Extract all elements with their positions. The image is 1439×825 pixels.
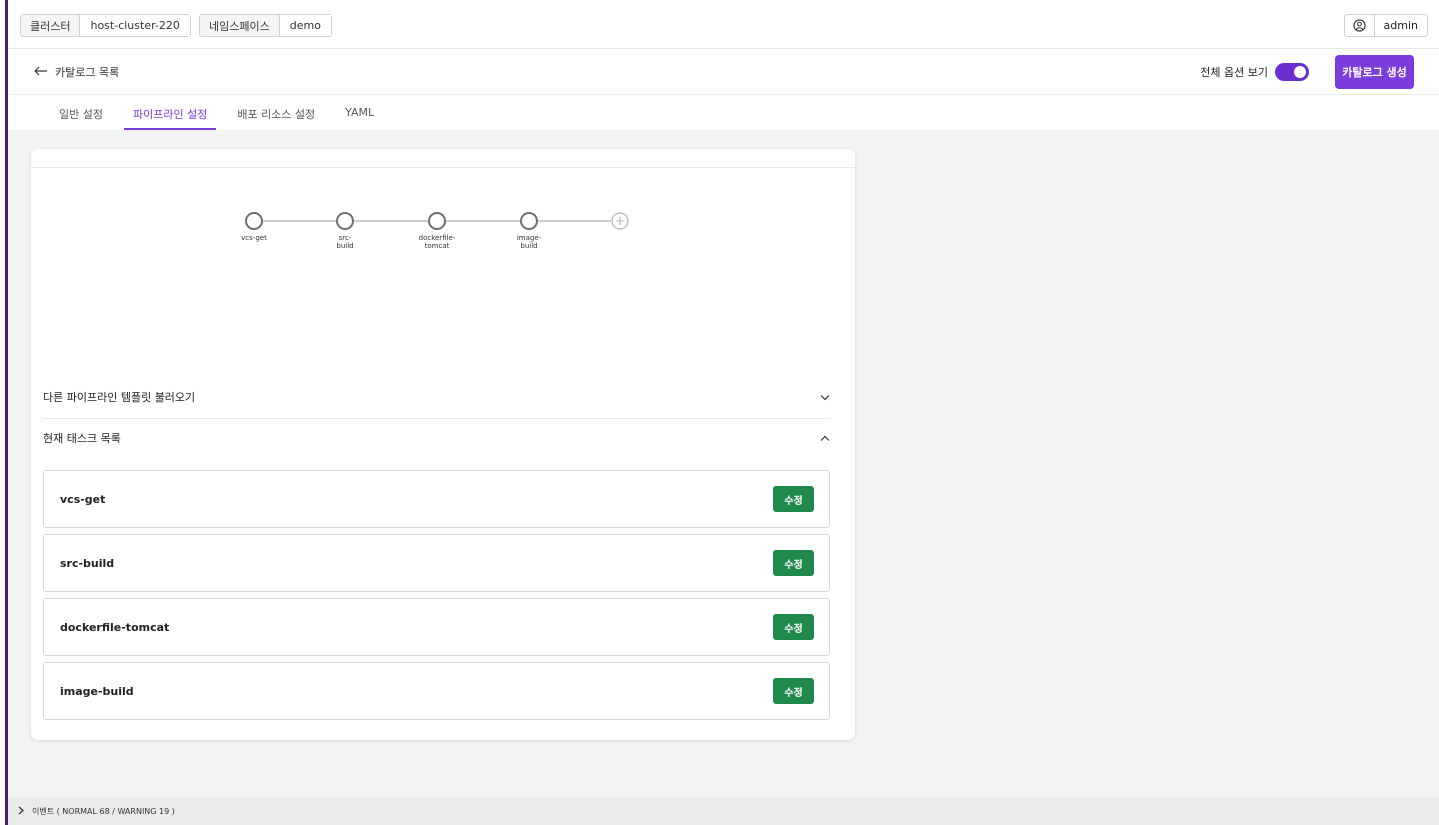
chevron-up-icon <box>820 432 830 445</box>
pipeline-node-image-build[interactable] <box>520 212 538 230</box>
tab-yaml[interactable]: YAML <box>336 95 383 130</box>
pipeline-node-dockerfile-tomcat[interactable] <box>428 212 446 230</box>
edit-task-button[interactable]: 수정 <box>773 678 814 704</box>
task-item: dockerfile-tomcat 수정 <box>43 598 830 656</box>
node-label-line: image- <box>516 234 542 242</box>
task-item: image-build 수정 <box>43 662 830 720</box>
toggle-label: 전체 옵션 보기 <box>1200 66 1268 79</box>
show-all-options: 전체 옵션 보기 <box>1200 63 1309 81</box>
task-name: dockerfile-tomcat <box>60 621 170 634</box>
add-task-icon[interactable] <box>611 212 629 230</box>
pipeline-card: vcs-get src- build dockerfile- tomcat im… <box>31 149 855 740</box>
cluster-value: host-cluster-220 <box>80 15 190 36</box>
arrow-left-icon <box>34 66 48 79</box>
accordion-divider <box>43 418 830 419</box>
node-label-line: build <box>336 242 354 250</box>
cluster-label: 클러스터 <box>21 15 81 36</box>
task-name: vcs-get <box>60 493 106 506</box>
left-sidebar-edge <box>0 0 8 825</box>
tasks-accordion-label: 현재 태스크 목록 <box>43 432 121 445</box>
node-label-line: build <box>520 242 538 250</box>
events-bar[interactable]: 이벤트 ( NORMAL 68 / WARNING 19 ) <box>8 797 1439 825</box>
card-header <box>31 149 855 168</box>
node-label-line: dockerfile- <box>418 234 456 242</box>
pipeline-node-label: vcs-get <box>224 234 284 242</box>
cluster-selector[interactable]: 클러스터 host-cluster-220 <box>20 14 191 37</box>
back-link[interactable]: 카탈로그 목록 <box>34 64 119 80</box>
namespace-selector[interactable]: 네임스페이스 demo <box>199 14 332 37</box>
pipeline-node-vcs-get[interactable] <box>245 212 263 230</box>
tab-deploy-resources[interactable]: 배포 리소스 설정 <box>228 95 324 130</box>
tab-bar: 일반 설정 파이프라인 설정 배포 리소스 설정 YAML <box>8 95 1439 130</box>
pipeline-node-label: image- build <box>499 234 559 250</box>
events-label: 이벤트 ( NORMAL 68 / WARNING 19 ) <box>32 806 175 816</box>
node-label-line: tomcat <box>424 242 450 250</box>
edit-task-button[interactable]: 수정 <box>773 550 814 576</box>
pipeline-node-label: src- build <box>315 234 375 250</box>
pipeline-node-src-build[interactable] <box>336 212 354 230</box>
pipeline-node-label: dockerfile- tomcat <box>407 234 467 250</box>
template-accordion-label: 다른 파이프라인 템플릿 불러오기 <box>43 391 196 404</box>
user-icon <box>1345 15 1375 36</box>
user-name: admin <box>1383 19 1418 32</box>
toggle-knob <box>1294 66 1306 78</box>
task-name: src-build <box>60 557 115 570</box>
node-label-line: vcs-get <box>241 234 267 242</box>
edit-task-button[interactable]: 수정 <box>773 614 814 640</box>
pipeline-svg <box>245 212 629 230</box>
chevron-down-icon <box>820 391 830 404</box>
task-item: src-build 수정 <box>43 534 830 592</box>
edit-task-button[interactable]: 수정 <box>773 486 814 512</box>
tab-general[interactable]: 일반 설정 <box>50 95 112 130</box>
tasks-accordion-header[interactable]: 현재 태스크 목록 <box>43 430 830 446</box>
show-all-options-toggle[interactable] <box>1275 63 1309 81</box>
user-menu[interactable]: admin <box>1343 14 1428 37</box>
namespace-value: demo <box>279 15 331 36</box>
chevron-right-icon <box>18 806 24 817</box>
create-catalog-button[interactable]: 카탈로그 생성 <box>1335 55 1414 89</box>
node-label-line: src- <box>338 234 352 242</box>
top-bar: 클러스터 host-cluster-220 네임스페이스 demo admin <box>8 0 1439 49</box>
tab-pipeline[interactable]: 파이프라인 설정 <box>123 95 217 130</box>
task-item: vcs-get 수정 <box>43 470 830 528</box>
pipeline-graph: vcs-get src- build dockerfile- tomcat im… <box>31 168 855 288</box>
template-accordion-header[interactable]: 다른 파이프라인 템플릿 불러오기 <box>43 389 830 405</box>
page-header: 카탈로그 목록 전체 옵션 보기 카탈로그 생성 <box>8 49 1439 95</box>
task-name: image-build <box>60 685 134 698</box>
namespace-label: 네임스페이스 <box>200 15 280 36</box>
back-link-label: 카탈로그 목록 <box>55 66 120 79</box>
